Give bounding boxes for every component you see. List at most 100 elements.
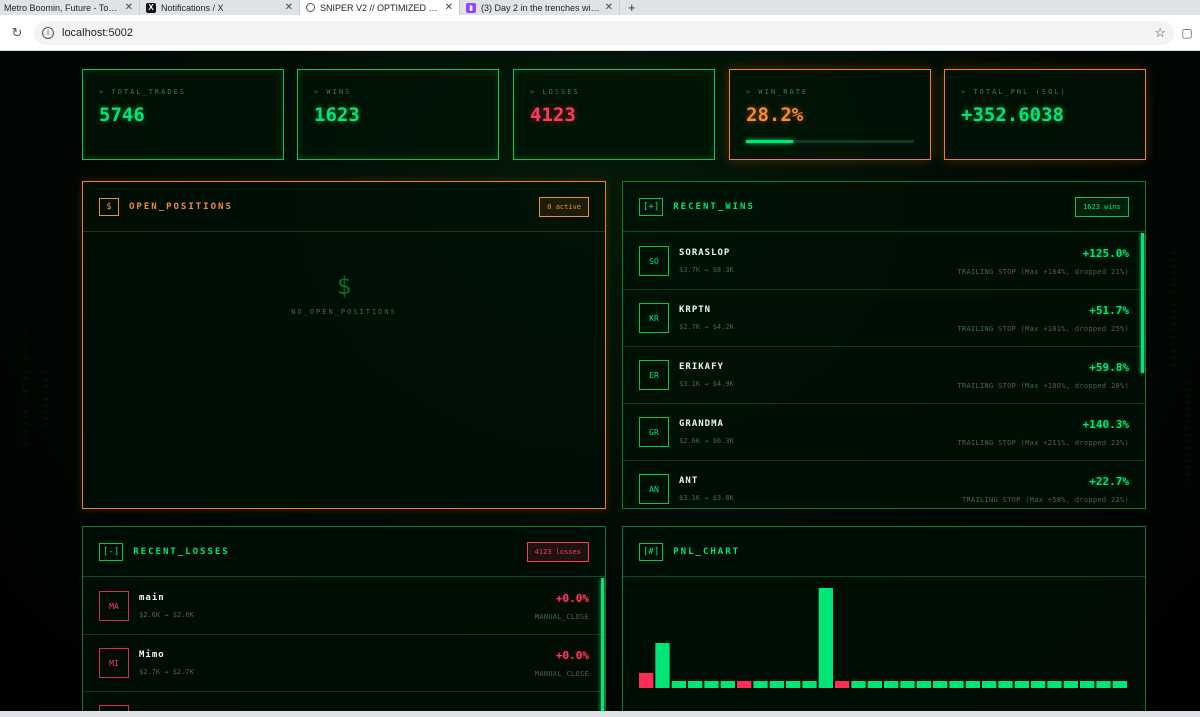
pnl-bar	[639, 673, 654, 688]
wins-list[interactable]: SO SORASLOP $3.7K → $8.3K +125.0% TRAILING S…	[623, 233, 1145, 508]
market-cap-flow: $2.7K → $2.7K	[139, 668, 194, 676]
token-avatar: SO	[639, 246, 669, 276]
omnibox[interactable]: i localhost:5002 ☆	[34, 20, 1174, 45]
panel-header: [-] RECENT_LOSSES 4123 losses	[83, 527, 605, 577]
stat-label: > WIN_RATE	[746, 88, 809, 96]
exit-reason: TRAILING STOP (Max +184%, dropped 21%)	[957, 267, 1129, 276]
pnl-bar	[655, 643, 670, 688]
token-avatar: KR	[639, 303, 669, 333]
stat-value: 4123	[530, 104, 576, 126]
row-result: +125.0% TRAILING STOP (Max +184%, dropped…	[957, 247, 1129, 276]
token-name: GRANDMA	[679, 419, 724, 429]
x-logo-icon: X	[146, 2, 156, 13]
token-name: ANT	[679, 476, 699, 486]
pnl-percent: +0.0%	[555, 591, 589, 605]
pnl-bar	[769, 681, 784, 688]
exit-reason: TRAILING STOP (Max +101%, dropped 25%)	[957, 324, 1129, 333]
pnl-bar	[720, 681, 735, 688]
info-icon[interactable]: i	[42, 26, 54, 39]
pnl-percent: +125.0%	[1082, 246, 1129, 260]
token-name: Mimo	[139, 650, 165, 660]
pnl-bar	[933, 681, 948, 688]
row-info: SORASLOP $3.7K → $8.3K	[679, 248, 947, 274]
close-icon[interactable]: ✕	[125, 2, 133, 13]
pnl-bar	[786, 681, 801, 688]
stat-label: > TOTAL_TRADES	[99, 88, 187, 96]
browser-tab-2[interactable]: X Notifications / X ✕	[140, 0, 300, 15]
panel-title: RECENT_LOSSES	[133, 546, 230, 557]
scrollbar[interactable]	[601, 578, 604, 711]
market-cap-flow: $3.1K → $4.9K	[679, 380, 734, 388]
exit-reason: TRAILING STOP (Max +58%, dropped 22%)	[961, 495, 1129, 504]
pnl-bar	[916, 681, 931, 688]
browser-tab-4[interactable]: ▮ (3) Day 2 in the trenches with m ✕	[460, 0, 620, 15]
stat-card-total-pnl: > TOTAL_PNL (SOL) +352.6038	[944, 69, 1146, 160]
pnl-bar	[1080, 681, 1095, 688]
pnl-bar	[818, 588, 833, 688]
pnl-bar	[851, 681, 866, 688]
matrix-rain-decoration: ｦｲｸｺｿﾁﾄﾉﾌﾔﾖﾙﾚﾛﾝ012	[1169, 251, 1177, 371]
matrix-rain-decoration: ﾊﾐﾋｰｳｼﾅﾓﾆｻﾜﾂｵﾘｱﾎﾃﾏ	[21, 331, 29, 448]
tab-title: Metro Boomin, Future - Too Ma	[4, 2, 120, 13]
pnl-bar	[737, 681, 752, 688]
reload-icon[interactable]: ↻	[0, 25, 34, 41]
token-name: KRPTN	[679, 305, 712, 315]
pnl-bar	[1031, 681, 1046, 688]
close-icon[interactable]: ✕	[285, 2, 293, 13]
browser-address-bar: ↻ i localhost:5002 ☆ ▢	[0, 15, 1200, 51]
win-rate-progress-fill	[746, 140, 794, 143]
extensions-icon[interactable]: ▢	[1174, 26, 1200, 40]
hash-icon: [#]	[639, 542, 664, 561]
tab-title: (3) Day 2 in the trenches with m	[481, 2, 600, 13]
url-field[interactable]: localhost:5002	[62, 27, 1146, 39]
pnl-bar	[802, 681, 817, 688]
list-item[interactable]: ER ERIKAFY $3.1K → $4.9K +59.8% TRAILING STO…	[623, 347, 1145, 404]
list-item[interactable]: AN ANT $3.1K → $3.8K +22.7% TRAILING STOP (M…	[623, 461, 1145, 508]
stat-card-wins: > WINS 1623	[297, 69, 499, 160]
market-cap-flow: $2.6K → $6.3K	[679, 437, 734, 445]
twitch-logo-icon: ▮	[466, 2, 476, 13]
row-result: +140.3% TRAILING STOP (Max +211%, dropped…	[957, 418, 1129, 447]
open-positions-panel: $ OPEN_POSITIONS 0 active $ NO_OPEN_POSI…	[82, 181, 606, 509]
pnl-bar	[1063, 681, 1078, 688]
pnl-bar	[1047, 681, 1062, 688]
plus-icon: [+]	[639, 197, 664, 216]
list-item[interactable]: MI Mimo $2.7K → $2.7K +0.0% MANUAL_CLOSE	[83, 635, 605, 692]
pnl-bar	[965, 681, 980, 688]
pnl-bar	[982, 681, 997, 688]
pnl-bar	[884, 681, 899, 688]
close-icon[interactable]: ✕	[605, 2, 613, 13]
row-result: +59.8% TRAILING STOP (Max +100%, dropped …	[957, 361, 1129, 390]
pnl-percent: +22.7%	[1089, 474, 1129, 488]
pnl-bar	[688, 681, 703, 688]
bookmark-star-icon[interactable]: ☆	[1154, 25, 1166, 41]
scrollbar[interactable]	[1141, 233, 1144, 373]
panel-title: PNL_CHART	[673, 546, 741, 557]
list-item[interactable]: MA main $2.6K → $2.6K +0.0% MANUAL_CLOSE	[83, 578, 605, 635]
pnl-bar	[900, 681, 915, 688]
stat-label: > LOSSES	[530, 88, 580, 96]
stat-value: +352.6038	[961, 104, 1064, 126]
browser-tab-3[interactable]: SNIPER V2 // OPTIMIZED DASH ✕	[300, 0, 460, 15]
pnl-bar	[1096, 681, 1111, 688]
row-info: main $2.6K → $2.6K	[139, 593, 525, 619]
losses-list[interactable]: MA main $2.6K → $2.6K +0.0% MANUAL_CLOSE MI Mi…	[83, 578, 605, 711]
list-item[interactable]: COCOMICTRUMP	[83, 692, 605, 711]
token-name: main	[139, 593, 165, 603]
new-tab-button[interactable]: +	[620, 0, 644, 15]
close-icon[interactable]: ✕	[445, 2, 453, 13]
empty-state-text: NO_OPEN_POSITIONS	[291, 308, 397, 316]
market-cap-flow: $3.1K → $3.8K	[679, 494, 734, 502]
token-avatar: AN	[639, 474, 669, 504]
browser-tab-1[interactable]: Metro Boomin, Future - Too Ma ✕	[0, 0, 140, 15]
token-avatar: GR	[639, 417, 669, 447]
list-item[interactable]: GR GRANDMA $2.6K → $6.3K +140.3% TRAILING ST…	[623, 404, 1145, 461]
list-item[interactable]: KR KRPTN $2.7K → $4.2K +51.7% TRAILING STOP …	[623, 290, 1145, 347]
stat-value: 1623	[314, 104, 360, 126]
pnl-percent: +51.7%	[1089, 303, 1129, 317]
list-item[interactable]: SO SORASLOP $3.7K → $8.3K +125.0% TRAILING S…	[623, 233, 1145, 290]
exit-reason: MANUAL_CLOSE	[534, 669, 589, 678]
stat-label: > WINS	[314, 88, 352, 96]
token-avatar: MI	[99, 648, 129, 678]
pnl-percent: +59.8%	[1089, 360, 1129, 374]
